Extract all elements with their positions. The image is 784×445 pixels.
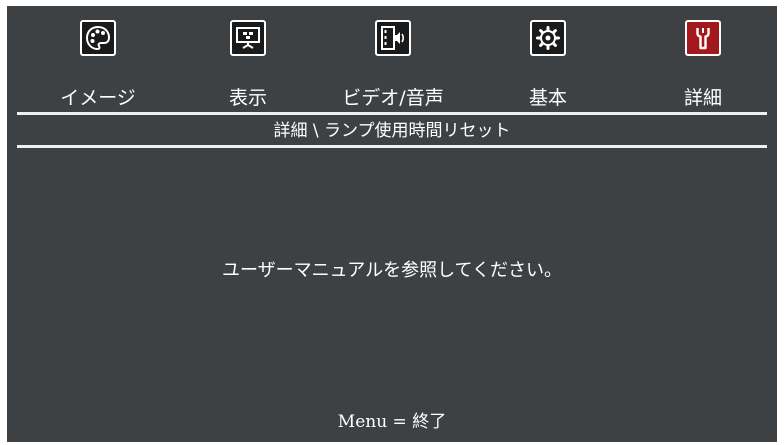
osd-menu: イメージ 表示 ビデオ/音声 基本 詳細 詳細 \ ランプ使用時間リセット ユー… [7, 6, 777, 442]
info-message: ユーザーマニュアルを参照してください。 [221, 260, 563, 281]
tab-basic-label: 基本 [528, 87, 567, 109]
tab-display[interactable]: 表示 [193, 16, 303, 114]
footer-hint[interactable]: Menu = 終了 [7, 410, 777, 434]
tab-image[interactable]: イメージ [43, 16, 153, 114]
tab-basic[interactable]: 基本 [493, 16, 603, 114]
tab-advanced[interactable]: 詳細 [648, 16, 758, 114]
tab-video-audio-label: ビデオ/音声 [342, 87, 444, 109]
tab-video-audio[interactable]: ビデオ/音声 [338, 16, 448, 114]
menu-tabs: イメージ 表示 ビデオ/音声 基本 詳細 [7, 16, 777, 114]
top-divider [17, 112, 767, 115]
wrench-icon [685, 20, 721, 56]
tab-display-label: 表示 [228, 87, 267, 109]
display-icon [230, 20, 266, 56]
tab-advanced-label: 詳細 [683, 87, 722, 109]
video-audio-icon [375, 20, 411, 56]
palette-icon [80, 20, 116, 56]
tab-image-label: イメージ [60, 87, 136, 109]
gear-icon [530, 20, 566, 56]
bottom-divider [17, 145, 767, 148]
breadcrumb: 詳細 \ ランプ使用時間リセット [273, 121, 511, 141]
